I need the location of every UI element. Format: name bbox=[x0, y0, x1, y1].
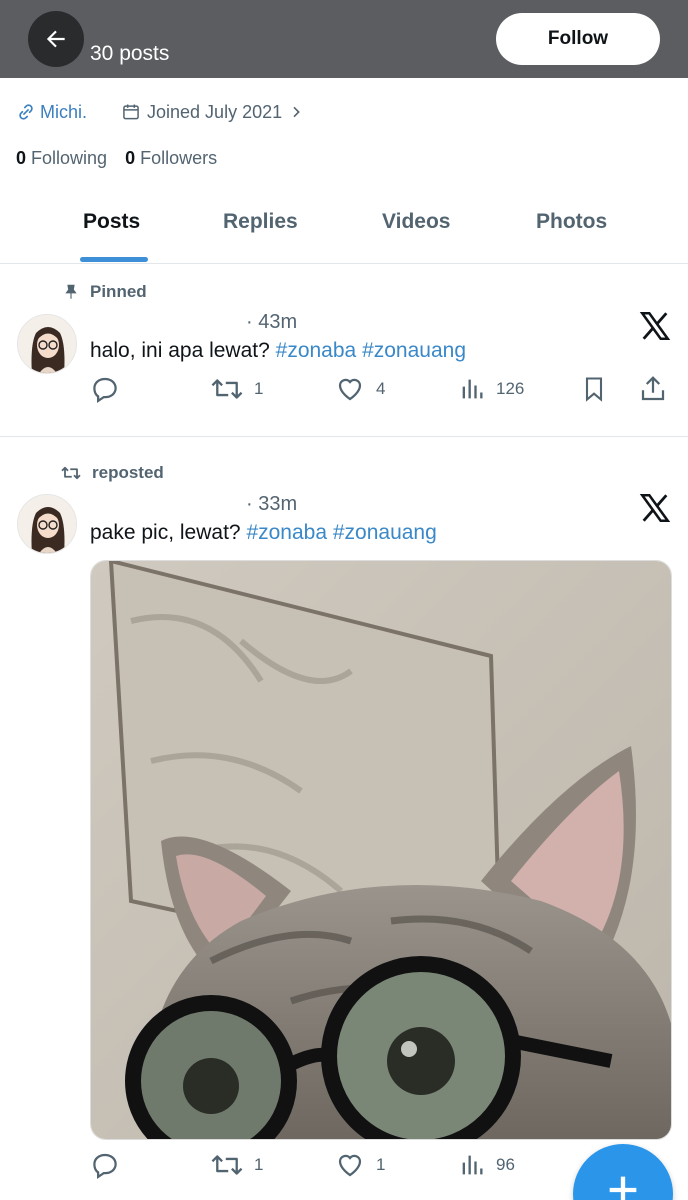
pin-icon bbox=[65, 284, 77, 299]
bookmark-icon bbox=[585, 377, 603, 402]
like-count: 4 bbox=[376, 379, 386, 398]
followers-label: Followers bbox=[140, 148, 218, 168]
views-icon bbox=[462, 1155, 483, 1175]
repost-button[interactable]: 1 bbox=[210, 374, 263, 404]
x-logo-icon bbox=[639, 311, 671, 341]
repost-count: 1 bbox=[254, 1155, 264, 1174]
reply-button[interactable] bbox=[90, 1150, 120, 1180]
following-count: 0 bbox=[16, 148, 27, 168]
active-tab-indicator bbox=[80, 257, 148, 262]
views-button[interactable]: 126 bbox=[458, 374, 524, 404]
follow-button[interactable]: Follow bbox=[496, 13, 660, 65]
plus-icon bbox=[609, 1176, 637, 1200]
repost-count: 1 bbox=[254, 379, 264, 398]
like-button[interactable]: 1 bbox=[334, 1150, 385, 1180]
cat-photo bbox=[91, 561, 671, 1139]
avatar[interactable] bbox=[17, 314, 77, 374]
pinned-context: Pinned bbox=[62, 282, 147, 302]
views-count: 96 bbox=[496, 1155, 515, 1174]
profile-meta-row: Michi. Joined July 2021 bbox=[16, 98, 304, 126]
hashtag-link[interactable]: #zonaba bbox=[276, 339, 357, 362]
posts-count: 30 posts bbox=[90, 42, 170, 65]
reply-icon bbox=[93, 377, 117, 403]
hashtag-link[interactable]: #zonauang bbox=[362, 339, 466, 362]
repost-icon bbox=[211, 379, 243, 399]
followers-stat[interactable]: 0 Followers bbox=[125, 148, 217, 169]
tab-posts[interactable]: Posts bbox=[83, 210, 140, 234]
profile-link[interactable]: Michi. bbox=[16, 102, 87, 123]
reposted-label: reposted bbox=[92, 463, 164, 482]
profile-tabs: Posts Replies Videos Photos bbox=[0, 196, 688, 264]
profile-header-bar: 30 posts Follow bbox=[0, 0, 688, 78]
like-count: 1 bbox=[376, 1155, 386, 1174]
followers-count: 0 bbox=[125, 148, 136, 168]
post-item[interactable]: Pinned · 43m halo, ini apa lewat? #zonab… bbox=[0, 264, 688, 436]
like-button[interactable]: 4 bbox=[334, 374, 385, 404]
repost-button[interactable]: 1 bbox=[210, 1150, 263, 1180]
post-body: halo, ini apa lewat? bbox=[90, 339, 270, 362]
repost-icon bbox=[211, 1155, 243, 1175]
following-label: Following bbox=[31, 148, 108, 168]
post-body: pake pic, lewat? bbox=[90, 521, 241, 544]
tab-photos[interactable]: Photos bbox=[536, 210, 607, 234]
x-logo-icon bbox=[639, 493, 671, 523]
profile-link-text[interactable]: Michi. bbox=[40, 102, 87, 123]
hashtag-link[interactable]: #zonaba bbox=[246, 521, 327, 544]
tab-videos[interactable]: Videos bbox=[382, 210, 450, 234]
tab-replies[interactable]: Replies bbox=[223, 210, 298, 234]
back-button[interactable] bbox=[28, 11, 84, 67]
post-time: · 33m bbox=[246, 493, 298, 515]
arrow-left-icon bbox=[46, 30, 65, 48]
post-actions: 1 4 126 bbox=[90, 374, 680, 408]
link-icon bbox=[19, 104, 33, 120]
post-media-image[interactable] bbox=[90, 560, 672, 1140]
avatar[interactable] bbox=[17, 494, 77, 554]
post-time: · 43m bbox=[246, 311, 298, 333]
following-stat[interactable]: 0 Following bbox=[16, 148, 107, 169]
share-button[interactable] bbox=[638, 374, 668, 404]
avatar-image bbox=[18, 315, 76, 373]
heart-icon bbox=[338, 1154, 362, 1177]
post-text: halo, ini apa lewat? #zonaba #zonauang bbox=[90, 339, 466, 363]
follow-stats: 0 Following 0 Followers bbox=[16, 148, 217, 169]
reply-button[interactable] bbox=[90, 374, 120, 404]
joined-text: Joined July 2021 bbox=[147, 101, 283, 122]
joined-date[interactable]: Joined July 2021 bbox=[121, 102, 304, 123]
heart-icon bbox=[338, 378, 362, 401]
pinned-label: Pinned bbox=[90, 282, 147, 301]
hashtag-link[interactable]: #zonauang bbox=[333, 521, 437, 544]
bookmark-button[interactable] bbox=[580, 374, 608, 404]
views-count: 126 bbox=[496, 379, 525, 398]
views-icon bbox=[462, 379, 483, 399]
calendar-icon bbox=[123, 104, 139, 120]
repost-context: reposted bbox=[60, 463, 164, 483]
repost-icon bbox=[61, 466, 81, 480]
avatar-image bbox=[18, 495, 76, 553]
chevron-right-icon bbox=[293, 106, 300, 118]
reply-icon bbox=[93, 1153, 117, 1179]
views-button[interactable]: 96 bbox=[458, 1150, 515, 1180]
post-text: pake pic, lewat? #zonaba #zonauang bbox=[90, 521, 437, 545]
share-icon bbox=[641, 376, 665, 401]
